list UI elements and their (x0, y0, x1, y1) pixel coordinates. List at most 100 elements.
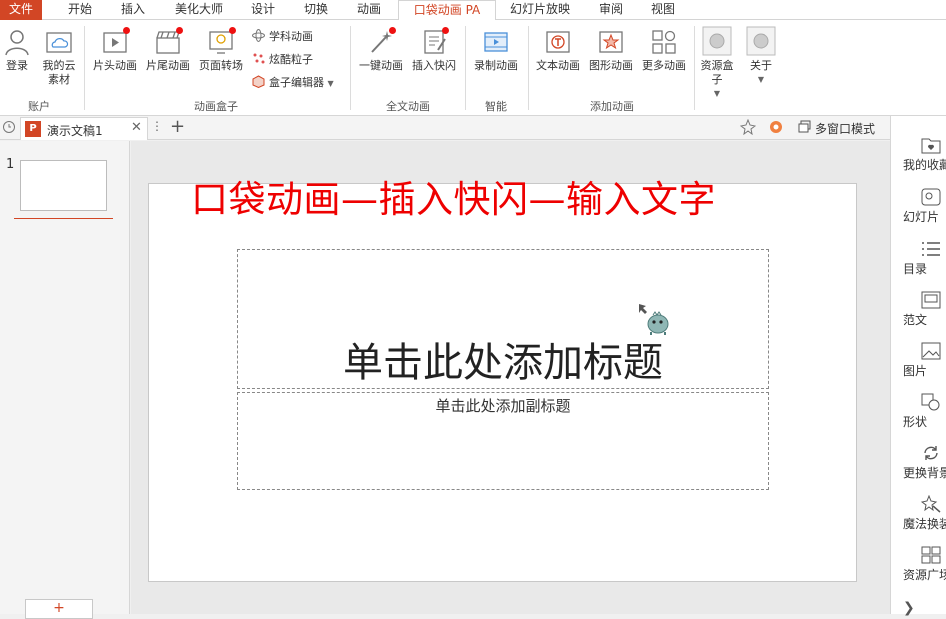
side-item-contents[interactable]: 目录 (903, 240, 946, 277)
image-icon (921, 342, 941, 360)
particles-icon (252, 52, 265, 65)
more-animation-button[interactable]: 更多动画 (639, 28, 689, 73)
tail-animation-button[interactable]: 片尾动画 (143, 27, 193, 73)
magic-wand-icon (367, 27, 396, 56)
ribbon-separator (694, 26, 695, 110)
film-play-icon (101, 27, 130, 56)
slide-thumbnail[interactable] (20, 160, 107, 211)
box-icon (252, 75, 265, 89)
cool-particle-button[interactable]: 炫酷粒子 (252, 52, 313, 67)
cloud-folder-icon (45, 28, 73, 56)
group-label-full-text: 全文动画 (386, 100, 430, 113)
ribbon: 登录 我的云素材 账户 片头动画 片尾动画 页面转场 学科动画 炫酷粒子 盒子编… (0, 20, 946, 116)
tab-insert[interactable]: 插入 (112, 0, 154, 20)
tab-beautify[interactable]: 美化大师 (166, 0, 232, 20)
skin-settings-icon[interactable] (768, 119, 784, 138)
star-shape-icon (597, 28, 625, 56)
multi-window-mode-button[interactable]: 多窗口模式 (815, 120, 875, 137)
one-key-animation-button[interactable]: 一键动画 (356, 27, 406, 73)
template-icon (921, 291, 941, 309)
slide-editing-canvas: 单击此处添加标题 单击此处添加副标题 口袋动画—插入快闪—输入文字 (131, 141, 890, 614)
about-dropdown[interactable]: 关于 ▼ (744, 26, 778, 87)
record-film-icon (482, 28, 510, 56)
document-name: 演示文稿1 (47, 124, 103, 138)
refresh-icon (924, 446, 938, 460)
tab-transition[interactable]: 切换 (294, 0, 338, 20)
title-placeholder[interactable]: 单击此处添加标题 (237, 249, 769, 389)
overlay-instruction-text: 口袋动画—插入快闪—输入文字 (191, 178, 716, 221)
tab-home[interactable]: 开始 (58, 0, 102, 20)
tab-slideshow[interactable]: 幻灯片放映 (504, 0, 576, 20)
page-transition-button[interactable]: 页面转场 (196, 27, 246, 73)
shape-animation-button[interactable]: 图形动画 (586, 28, 636, 73)
resource-box-dropdown[interactable]: 资源盒子 ▼ (698, 26, 736, 101)
ribbon-separator (84, 26, 85, 110)
slides-icon (921, 188, 941, 206)
side-item-templates[interactable]: 范文 (903, 291, 946, 328)
right-side-panel: 我的收藏 幻灯片 目录 范文 图片 形状 更换背景 魔法换装 资源广场 ❯ (890, 116, 946, 616)
powerpoint-icon: P (25, 121, 41, 137)
subtitle-placeholder[interactable]: 单击此处添加副标题 (237, 392, 769, 490)
side-item-shapes[interactable]: 形状 (903, 393, 946, 430)
box-editor-dropdown[interactable]: 盒子编辑器 ▼ (252, 75, 334, 91)
group-label-smart: 智能 (485, 100, 507, 113)
atom-icon (252, 29, 265, 42)
tab-list-icon[interactable] (2, 120, 16, 137)
side-item-images[interactable]: 图片 (903, 342, 946, 379)
side-item-favorites[interactable]: 我的收藏 (903, 136, 946, 173)
close-tab-icon[interactable]: ✕ (131, 120, 142, 135)
text-t-icon (544, 28, 572, 56)
ribbon-separator (528, 26, 529, 110)
ribbon-separator (465, 26, 466, 110)
new-badge-dot (123, 27, 130, 34)
new-badge-dot (389, 27, 396, 34)
document-edit-icon (420, 27, 449, 56)
group-label-animation-box: 动画盒子 (194, 100, 238, 113)
side-item-slides[interactable]: 幻灯片 (903, 188, 946, 225)
side-item-change-background[interactable]: 更换背景 (903, 444, 946, 481)
new-tab-icon[interactable]: + (170, 116, 185, 137)
lightbulb-icon (207, 27, 236, 56)
slide-thumbnail-panel: 1 + (0, 141, 130, 619)
animated-character-icon (637, 302, 671, 336)
user-icon (3, 28, 31, 56)
tab-pocket-animation[interactable]: 口袋动画 PA (398, 0, 496, 21)
more-options-icon[interactable]: ⋮ (151, 119, 163, 133)
chevron-down-icon: ▼ (713, 89, 721, 98)
side-item-magic-restyle[interactable]: 魔法换装 (903, 495, 946, 532)
clapperboard-icon (154, 27, 183, 56)
grid-shapes-icon (650, 28, 678, 56)
new-badge-dot (176, 27, 183, 34)
ribbon-tab-bar: 文件 开始 插入 美化大师 设计 切换 动画 口袋动画 PA 幻灯片放映 审阅 … (0, 0, 946, 21)
slide-number: 1 (6, 157, 15, 172)
heart-folder-icon (921, 138, 941, 154)
chevron-down-icon: ▼ (327, 79, 334, 88)
tab-review[interactable]: 审阅 (590, 0, 632, 20)
document-tab-bar: P 演示文稿1 ✕ ⋮ + 多窗口模式 (0, 116, 890, 140)
multi-window-icon (798, 120, 811, 136)
list-icon (922, 242, 940, 256)
new-badge-dot (229, 27, 236, 34)
tab-file[interactable]: 文件 (0, 0, 42, 20)
slide[interactable]: 单击此处添加标题 单击此处添加副标题 (148, 183, 857, 582)
add-slide-button[interactable]: + (25, 599, 93, 619)
head-animation-button[interactable]: 片头动画 (90, 27, 140, 73)
login-button[interactable]: 登录 (2, 28, 32, 73)
side-item-resource-plaza[interactable]: 资源广场 (903, 546, 946, 583)
subject-animation-button[interactable]: 学科动画 (252, 29, 313, 44)
record-animation-button[interactable]: 录制动画 (471, 28, 521, 73)
tab-design[interactable]: 设计 (242, 0, 284, 20)
chevron-down-icon: ▼ (757, 75, 765, 84)
document-tab[interactable]: P 演示文稿1 ✕ (20, 117, 148, 140)
text-animation-button[interactable]: 文本动画 (533, 28, 583, 73)
tab-view[interactable]: 视图 (642, 0, 684, 20)
subtitle-placeholder-text: 单击此处添加副标题 (435, 397, 571, 415)
shapes-icon (921, 393, 940, 411)
pin-icon[interactable] (739, 118, 757, 138)
cloud-material-button[interactable]: 我的云素材 (40, 28, 78, 87)
tab-animation[interactable]: 动画 (347, 0, 391, 20)
new-badge-dot (442, 27, 449, 34)
ribbon-separator (350, 26, 351, 110)
magic-icon (921, 495, 941, 513)
insert-flash-button[interactable]: 插入快闪 (409, 27, 459, 73)
